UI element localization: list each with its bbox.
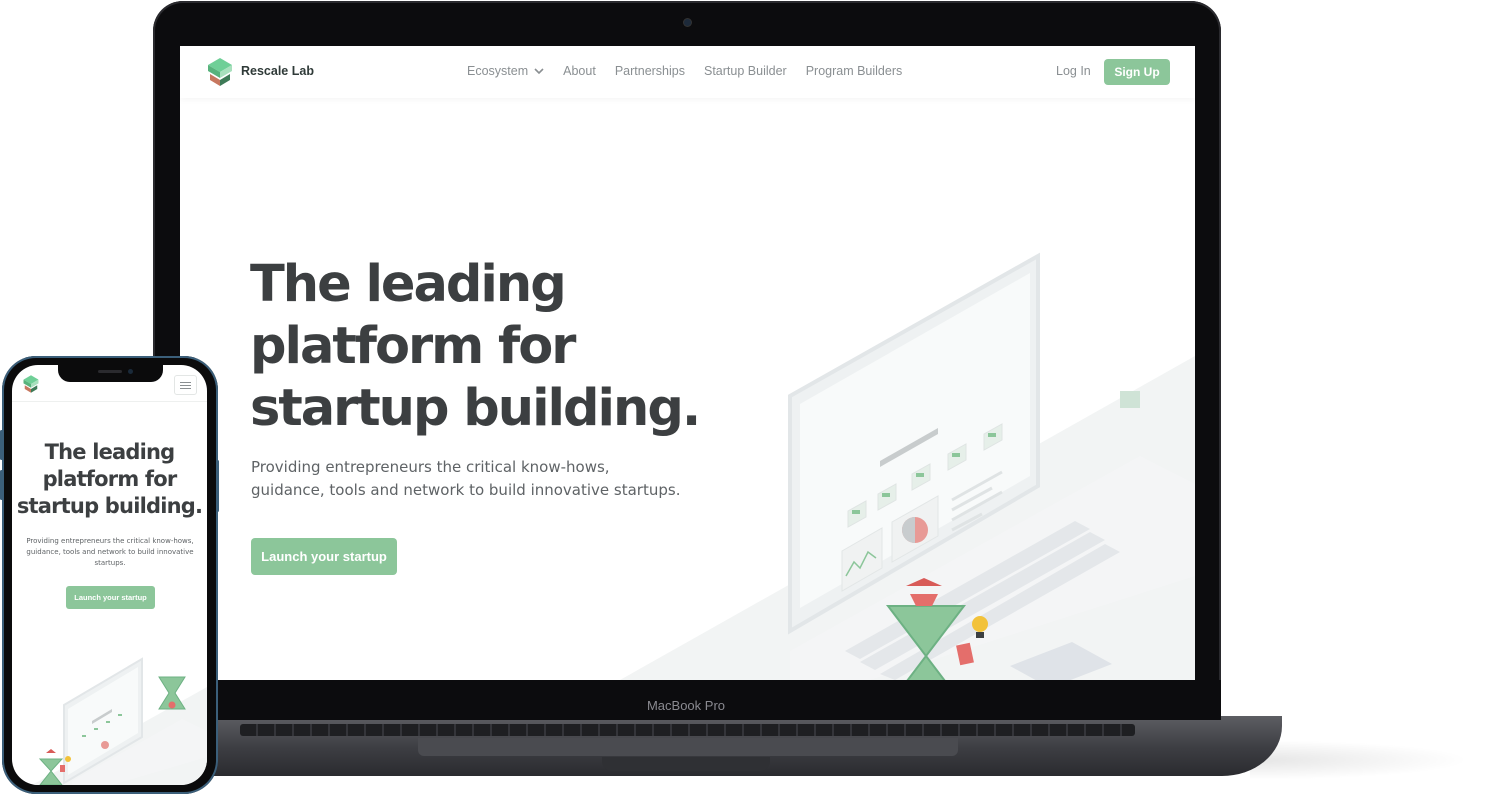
chevron-down-icon <box>534 68 544 75</box>
laptop-model-label: MacBook Pro <box>646 698 726 713</box>
laptop-camera <box>684 19 691 26</box>
menu-line <box>180 384 191 386</box>
nav-item-startup-builder[interactable]: Startup Builder <box>704 64 787 78</box>
site-navbar: Rescale Lab Ecosystem About Partnerships… <box>180 46 1195 98</box>
rescale-lab-logo-icon[interactable] <box>204 56 236 88</box>
nav-item-label: Ecosystem <box>467 64 529 78</box>
hero-subtitle: Providing entrepreneurs the critical kno… <box>251 458 681 499</box>
phone-hero-title: The leading platform for startup buildin… <box>12 439 207 520</box>
rescale-lab-logo-icon[interactable] <box>21 374 41 394</box>
phone-nav-divider <box>12 401 207 402</box>
hamburger-icon[interactable] <box>174 375 197 395</box>
menu-line <box>180 381 191 383</box>
laptop-hinge <box>418 738 958 756</box>
phone-speaker <box>98 370 122 373</box>
phone-hero-subtitle: Providing entrepreneurs the critical kno… <box>26 537 194 567</box>
nav-item-about[interactable]: About <box>563 64 596 78</box>
hero-title-line: startup building. <box>16 494 203 518</box>
laptop-keyboard-edge <box>240 724 1135 736</box>
nav-links: Ecosystem About Partnerships Startup Bui… <box>467 64 921 78</box>
nav-item-partnerships[interactable]: Partnerships <box>615 64 685 78</box>
login-link[interactable]: Log In <box>1056 64 1091 78</box>
phone-screen: The leading platform for startup buildin… <box>12 365 207 785</box>
phone-hero-illustration <box>32 657 207 785</box>
laptop-shadow <box>1250 740 1470 780</box>
menu-line <box>180 387 191 389</box>
phone-camera <box>128 369 133 374</box>
brand-name[interactable]: Rescale Lab <box>241 64 314 78</box>
nav-item-program-builders[interactable]: Program Builders <box>806 64 903 78</box>
nav-item-ecosystem[interactable]: Ecosystem <box>467 64 544 78</box>
phone-launch-startup-button[interactable]: Launch your startup <box>66 586 155 609</box>
laptop-opening-notch <box>602 757 770 771</box>
hero-title-line: platform for <box>42 467 178 491</box>
hero-title-line: The leading <box>250 255 567 314</box>
launch-startup-button[interactable]: Launch your startup <box>251 538 397 575</box>
hero-title-line: The leading <box>44 440 176 464</box>
signup-button[interactable]: Sign Up <box>1104 59 1170 85</box>
hero-title-line: platform for <box>250 317 576 376</box>
laptop-screen: Rescale Lab Ecosystem About Partnerships… <box>180 46 1195 680</box>
hero-laptop-illustration <box>620 252 1195 680</box>
